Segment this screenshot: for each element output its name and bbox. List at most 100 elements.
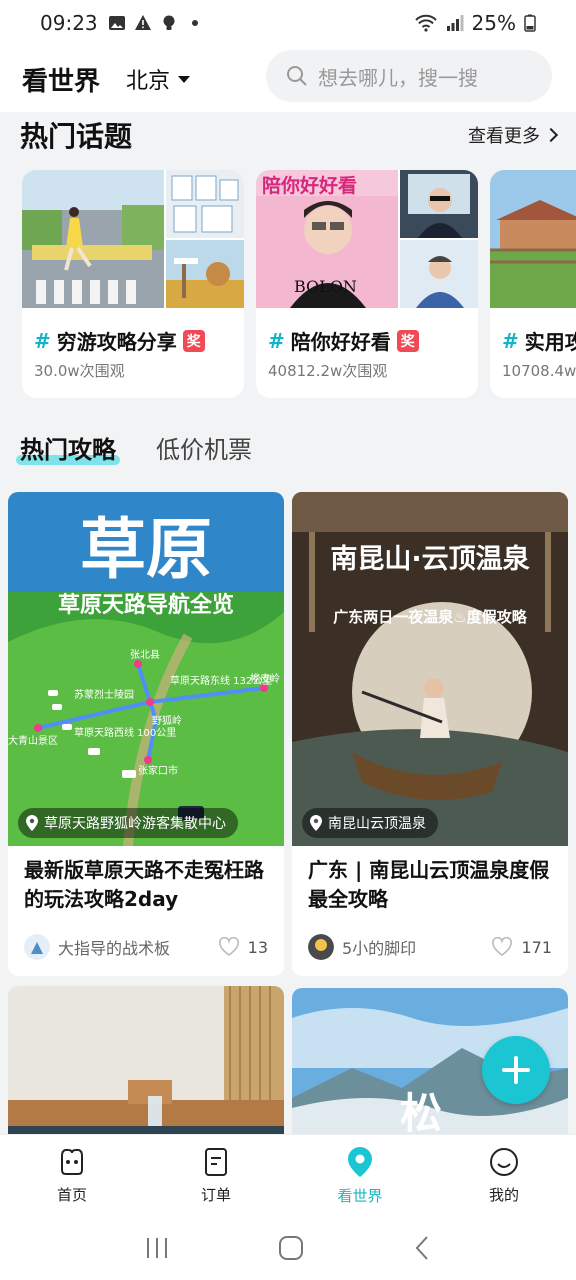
map-label: 张北县 — [130, 649, 160, 661]
heart-icon — [492, 937, 513, 956]
guide-title: 最新版草原天路不走冤枉路的玩法攻略2day — [24, 858, 264, 911]
home-icon — [61, 1148, 83, 1175]
add-post-button[interactable] — [482, 1036, 550, 1104]
topic-title: 穷游攻略分享 — [56, 330, 177, 354]
topic-name: # 穷游攻略分享 奖 — [34, 326, 205, 355]
topic-title: 陪你好好看 — [290, 330, 391, 354]
status-time: 09:23 — [40, 11, 98, 35]
topic-card[interactable]: # 穷游攻略分享 奖 30.0w次围观 — [22, 170, 244, 398]
topic-photo-farm — [490, 170, 576, 308]
grassland-map-image: 草原 草原天路导航全览 张北县 苏蒙烈士陵园 草原天路东线 132公里 桦皮岭 … — [8, 492, 284, 846]
nav-home[interactable]: 首页 — [0, 1135, 144, 1216]
nav-label: 首页 — [56, 1186, 87, 1204]
location-tag[interactable]: 草原天路野狐岭游客集散中心 — [18, 808, 238, 838]
content-area[interactable]: 热门话题 查看更多 # 穷游攻略分享 奖 30.0w次围观 陪你好好看 BOLO… — [0, 112, 576, 1134]
image-title: 松 — [400, 1089, 442, 1134]
nav-explore[interactable]: 看世界 — [288, 1135, 432, 1216]
topic-name: # 陪你好好看 奖 — [268, 326, 419, 355]
signal-icon — [446, 15, 464, 31]
smile-icon — [490, 1148, 518, 1176]
recent-apps-icon[interactable] — [144, 1236, 170, 1260]
hashtag-icon: # — [268, 328, 285, 353]
topic-images — [490, 170, 576, 308]
location-tag[interactable]: 南昆山云顶温泉 — [302, 808, 438, 838]
topic-photo-poster: 陪你好好看 BOLON — [256, 170, 398, 308]
location-label: 南昆山云顶温泉 — [328, 816, 426, 832]
map-label: 野狐岭 — [152, 714, 182, 727]
map-label: 张家口市 — [138, 764, 178, 777]
author-name[interactable]: 大指导的战术板 — [58, 935, 170, 959]
search-placeholder: 想去哪儿，搜一搜 — [318, 65, 478, 90]
city-selector[interactable]: 北京 — [126, 63, 191, 95]
hot-topics-list[interactable]: # 穷游攻略分享 奖 30.0w次围观 陪你好好看 BOLON # 陪你好好看 … — [22, 170, 576, 400]
map-label: 草原天路西线 100公里 — [74, 726, 176, 739]
author-name[interactable]: 5小的脚印 — [342, 935, 416, 959]
see-more-link[interactable]: 查看更多 — [468, 122, 559, 148]
location-pin-icon — [26, 815, 38, 831]
topic-photo-person-sky — [400, 240, 478, 308]
like-button[interactable]: 171 — [491, 937, 552, 957]
status-right: 25% — [414, 11, 536, 35]
guide-photo: 草原 草原天路导航全览 张北县 苏蒙烈士陵园 草原天路东线 132公里 桦皮岭 … — [8, 492, 284, 846]
reward-badge: 奖 — [396, 329, 419, 352]
notification-icons — [108, 14, 204, 32]
hot-spring-image: 南昆山·云顶温泉 广东两日一夜温泉♨度假攻略 — [292, 492, 568, 846]
image-subtitle: 广东两日一夜温泉♨度假攻略 — [333, 608, 527, 626]
tab-hot-guides[interactable]: 热门攻略 — [16, 430, 120, 465]
author-avatar[interactable] — [308, 934, 334, 960]
location-label: 草原天路野狐岭游客集散中心 — [44, 816, 226, 832]
nav-label: 看世界 — [337, 1187, 383, 1205]
topic-images — [22, 170, 244, 308]
hashtag-icon: # — [34, 328, 51, 353]
guide-meta: 大指导的战术板 13 — [24, 934, 268, 960]
app-header: 看世界 北京 想去哪儿，搜一搜 — [0, 46, 576, 112]
search-bar[interactable]: 想去哪儿，搜一搜 — [266, 50, 552, 102]
author-avatar[interactable] — [24, 934, 50, 960]
bottom-nav: 首页 订单 看世界 我的 — [0, 1134, 576, 1216]
topic-card[interactable]: # 实用攻 10708.4w次 — [490, 170, 576, 398]
like-button[interactable]: 13 — [218, 937, 268, 957]
topic-title: 实用攻 — [524, 330, 576, 354]
warning-icon — [134, 15, 151, 30]
like-count: 171 — [521, 937, 552, 957]
topic-photo-mascot — [166, 240, 244, 308]
plus-icon — [502, 1056, 530, 1084]
reward-badge: 奖 — [182, 329, 205, 352]
order-icon — [205, 1148, 227, 1176]
guide-meta: 5小的脚印 171 — [308, 934, 552, 960]
bath-room-image — [8, 986, 284, 1134]
nav-profile[interactable]: 我的 — [432, 1135, 576, 1216]
system-nav-bar — [0, 1216, 576, 1280]
nav-label: 我的 — [488, 1186, 519, 1204]
guide-tabs: 热门攻略 低价机票 — [16, 422, 252, 472]
topic-images: 陪你好好看 BOLON — [256, 170, 478, 308]
dot-icon — [191, 20, 198, 26]
poster-text: 陪你好好看 — [262, 174, 357, 197]
topic-card[interactable]: 陪你好好看 BOLON # 陪你好好看 奖 40812.2w次围观 — [256, 170, 478, 398]
guide-card[interactable]: 南昆山·云顶温泉 广东两日一夜温泉♨度假攻略 南昆山云顶温泉 广东 | 南昆山云… — [292, 492, 568, 976]
search-icon — [287, 66, 307, 86]
location-pin-icon — [310, 815, 322, 831]
guide-card[interactable] — [8, 986, 284, 1134]
caret-down-icon — [178, 75, 191, 83]
map-label: 桦皮岭 — [250, 672, 280, 685]
heart-icon — [218, 937, 239, 956]
topic-views: 10708.4w次 — [502, 362, 576, 380]
nav-orders[interactable]: 订单 — [144, 1135, 288, 1216]
tab-cheap-flights[interactable]: 低价机票 — [156, 430, 252, 465]
back-icon[interactable] — [412, 1235, 432, 1261]
hashtag-icon: # — [502, 328, 519, 353]
bulb-icon — [163, 15, 175, 30]
guide-card[interactable]: 草原 草原天路导航全览 张北县 苏蒙烈士陵园 草原天路东线 132公里 桦皮岭 … — [8, 492, 284, 976]
location-pin-icon — [348, 1147, 372, 1177]
wifi-icon — [414, 14, 437, 32]
see-more-label: 查看更多 — [468, 126, 540, 147]
nav-label: 订单 — [200, 1186, 231, 1204]
map-label: 大青山景区 — [8, 734, 58, 747]
home-button-icon[interactable] — [278, 1235, 304, 1261]
topic-photo-person-car — [400, 170, 478, 238]
topic-views: 40812.2w次围观 — [268, 362, 388, 380]
battery-text: 25% — [471, 11, 516, 35]
guide-photo — [8, 986, 284, 1134]
hot-topics-header: 热门话题 查看更多 — [20, 112, 559, 158]
